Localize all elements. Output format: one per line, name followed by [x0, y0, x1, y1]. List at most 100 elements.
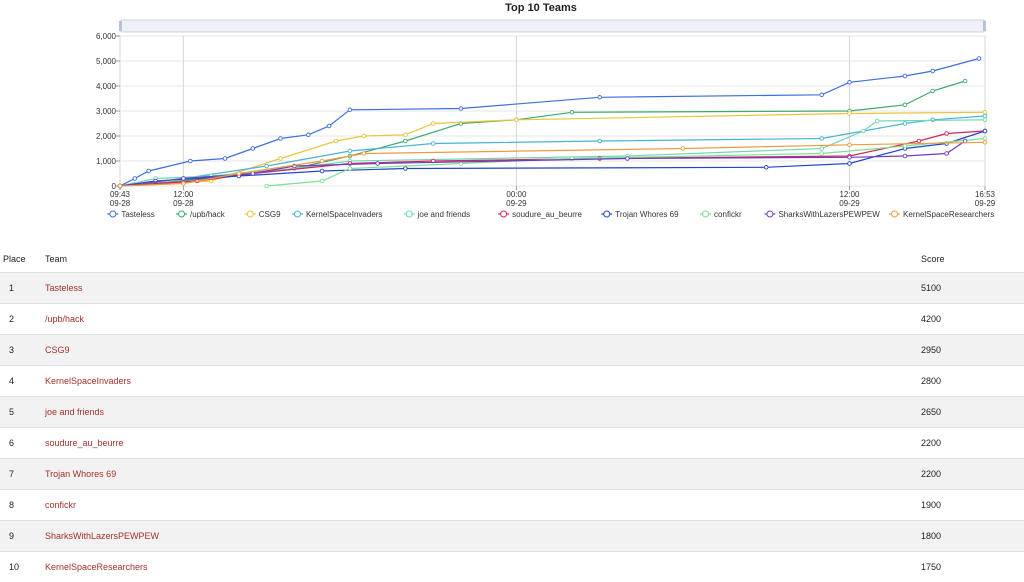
team-link[interactable]: KernelSpaceInvaders	[45, 376, 131, 386]
score-cell: 1900	[921, 490, 1024, 521]
series-point	[598, 139, 602, 143]
series-line	[120, 81, 965, 186]
team-cell: KernelSpaceInvaders	[45, 366, 921, 397]
series-point	[320, 159, 324, 163]
scoreboard-body: 1Tasteless51002/upb/hack42003CSG929504Ke…	[0, 273, 1024, 582]
team-link[interactable]: soudure_au_beurre	[45, 438, 124, 448]
series-point	[223, 157, 227, 161]
series-point	[348, 108, 352, 112]
series-point	[626, 157, 630, 161]
series-point	[182, 182, 186, 186]
team-link[interactable]: Trojan Whores 69	[45, 469, 116, 479]
score-cell: 2650	[921, 397, 1024, 428]
legend-marker	[110, 211, 116, 217]
team-link[interactable]: confickr	[45, 500, 76, 510]
series-point	[903, 154, 907, 158]
x-tick-label: 12:00	[839, 190, 860, 199]
place-cell: 1	[0, 273, 45, 304]
place-cell: 6	[0, 428, 45, 459]
score-cell: 2950	[921, 335, 1024, 366]
team-cell: soudure_au_beurre	[45, 428, 921, 459]
score-cell: 2200	[921, 428, 1024, 459]
team-cell: confickr	[45, 490, 921, 521]
legend-item[interactable]: Trojan Whores 69	[601, 210, 679, 219]
series-point	[307, 133, 311, 137]
legend-item[interactable]: SharksWithLazersPEWPEW	[764, 210, 880, 219]
series-point	[320, 169, 324, 173]
chart-axes: 01,0002,0003,0004,0005,0006,00009:4309-2…	[96, 32, 996, 208]
place-cell: 4	[0, 366, 45, 397]
series-point	[515, 118, 519, 122]
legend-label: KernelSpaceInvaders	[306, 210, 383, 219]
scoreboard-table: Place Team Score 1Tasteless51002/upb/hac…	[0, 246, 1024, 582]
series-point	[182, 177, 186, 181]
team-link[interactable]: CSG9	[45, 345, 70, 355]
series-point	[431, 142, 435, 146]
series-point	[348, 167, 352, 171]
team-link[interactable]: KernelSpaceResearchers	[45, 562, 148, 572]
team-column-header: Team	[45, 246, 921, 273]
series-point	[251, 172, 255, 176]
place-cell: 5	[0, 397, 45, 428]
legend-item[interactable]: KernelSpaceResearchers	[889, 210, 994, 219]
score-cell: 5100	[921, 273, 1024, 304]
legend-item[interactable]: joe and friends	[404, 210, 470, 219]
series-point	[983, 118, 987, 122]
score-cell: 1800	[921, 521, 1024, 552]
legend-label: confickr	[714, 210, 742, 219]
team-link[interactable]: joe and friends	[45, 407, 104, 417]
legend-item[interactable]: confickr	[700, 210, 742, 219]
chart-range-slider[interactable]	[119, 20, 986, 32]
legend-marker	[767, 211, 773, 217]
team-link[interactable]: SharksWithLazersPEWPEW	[45, 531, 159, 541]
x-tick-label: 00:00	[506, 190, 527, 199]
team-link[interactable]: /upb/hack	[45, 314, 84, 324]
place-cell: 2	[0, 304, 45, 335]
place-cell: 8	[0, 490, 45, 521]
table-row: 1Tasteless 5100	[0, 273, 1024, 304]
team-cell: KernelSpaceResearchers	[45, 552, 921, 582]
series-point	[903, 103, 907, 107]
series-point	[279, 157, 283, 161]
legend-marker	[501, 211, 507, 217]
place-cell: 3	[0, 335, 45, 366]
series-point	[983, 114, 987, 118]
series-point	[983, 129, 987, 133]
team-cell: SharksWithLazersPEWPEW	[45, 521, 921, 552]
series-point	[404, 139, 408, 143]
legend-label: /upb/hack	[190, 210, 226, 219]
chart-series	[118, 57, 987, 188]
legend-marker	[892, 211, 898, 217]
series-point	[848, 81, 852, 85]
legend-item[interactable]: Tasteless	[107, 210, 154, 219]
series-point	[459, 107, 463, 111]
score-cell: 1750	[921, 552, 1024, 582]
series-point	[848, 143, 852, 147]
legend-label: CSG9	[259, 210, 281, 219]
series-point	[977, 57, 981, 61]
series-point	[983, 137, 987, 141]
legend-item[interactable]: CSG9	[245, 210, 281, 219]
team-link[interactable]: Tasteless	[45, 283, 83, 293]
place-cell: 10	[0, 552, 45, 582]
series-point	[189, 159, 193, 163]
place-cell: 7	[0, 459, 45, 490]
y-tick-label: 2,000	[96, 132, 117, 141]
series-point	[764, 166, 768, 170]
legend-item[interactable]: soudure_au_beurre	[498, 210, 582, 219]
legend-item[interactable]: KernelSpaceInvaders	[292, 210, 383, 219]
table-row: 10KernelSpaceResearchers 1750	[0, 552, 1024, 582]
x-tick-label: 16:53	[975, 190, 996, 199]
x-tick-date-label: 09-29	[506, 199, 527, 208]
team-cell: Trojan Whores 69	[45, 459, 921, 490]
table-row: 9SharksWithLazersPEWPEW1800	[0, 521, 1024, 552]
chart-title: Top 10 Teams	[505, 2, 577, 14]
series-point	[681, 147, 685, 151]
team-cell: CSG9	[45, 335, 921, 366]
legend-item[interactable]: /upb/hack	[176, 210, 226, 219]
series-point	[327, 124, 331, 128]
series-point	[848, 162, 852, 166]
score-cell: 4200	[921, 304, 1024, 335]
place-column-header: Place	[0, 246, 45, 273]
series-line	[120, 131, 985, 186]
